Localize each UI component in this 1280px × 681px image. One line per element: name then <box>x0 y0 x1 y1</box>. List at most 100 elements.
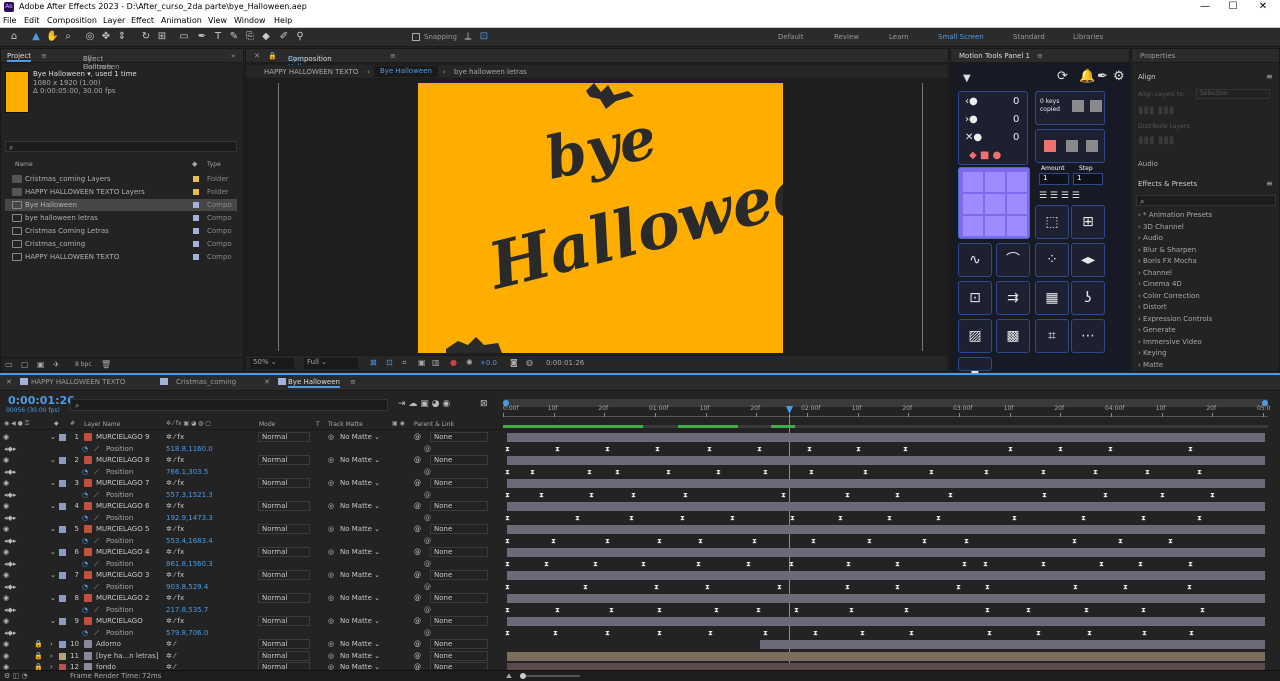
blend-mode-dropdown[interactable]: Normal <box>258 570 310 580</box>
layer-duration-bar[interactable] <box>507 525 1265 534</box>
anchor-grid[interactable] <box>958 167 1030 239</box>
pen-tool-icon[interactable]: ✒ <box>196 31 208 43</box>
mirror-icon[interactable]: ◂▸ <box>1071 243 1105 277</box>
col-t[interactable]: T <box>316 421 320 428</box>
track-matte-dropdown[interactable]: No Matte ⌄ <box>340 616 390 626</box>
snapshot-camera-icon[interactable]: ◙ <box>510 358 518 367</box>
keyframe-icon[interactable]: ⧗ <box>763 467 768 477</box>
label-swatch[interactable] <box>193 215 199 221</box>
parent-dropdown[interactable]: None <box>430 432 488 442</box>
layer-switches-icons[interactable]: ✲ ⁄ fx <box>166 548 184 556</box>
keyframe-icon[interactable]: ⧗ <box>983 559 988 569</box>
collapse-arrow-icon[interactable]: ⌄ <box>50 502 56 510</box>
tiles-icon[interactable]: ▦ <box>1035 281 1069 315</box>
close-tab-icon[interactable]: ✕ <box>254 52 260 60</box>
keyframe-icon[interactable]: ⧗ <box>605 628 610 638</box>
project-item[interactable]: Cristmas_coming Compo <box>5 238 237 250</box>
timeline-layer-row[interactable]: ◉ ⌄ 1 MURCIELAGO 9 ✲ ⁄ fx Normal ◎ No Matte ⌄ @ N… <box>0 432 500 443</box>
visibility-eye-icon[interactable]: ◉ <box>3 456 9 464</box>
matte-link-icon[interactable]: ◎ <box>328 548 334 556</box>
keyframe-icon[interactable]: ⧗ <box>1210 490 1215 500</box>
layer-name[interactable]: MURCIELAGO 6 <box>96 502 149 510</box>
graph-icon[interactable]: ⟋ <box>94 468 99 477</box>
keyframe-icon[interactable]: ⧗ <box>544 559 549 569</box>
graph-icon[interactable]: ⟋ <box>94 491 99 500</box>
settings-gear-icon[interactable]: ⚙ <box>1113 69 1125 84</box>
stopwatch-icon[interactable]: ◔ <box>82 583 88 591</box>
rotate-tool-icon[interactable]: ↻ <box>140 31 152 43</box>
dropdown-caret-icon[interactable]: ▼ <box>963 73 971 84</box>
keyframe-icon[interactable]: ⧗ <box>730 513 735 523</box>
panel-expand-icon[interactable]: » <box>231 52 235 60</box>
project-menu-icon[interactable]: ≡ <box>41 52 47 60</box>
keyframe-icon[interactable]: ⧗ <box>746 559 751 569</box>
visibility-eye-icon[interactable]: ◉ <box>3 479 9 487</box>
keyframe-nav-icon[interactable]: ◂◆▸ <box>4 537 16 545</box>
keyframe-icon[interactable]: ⧗ <box>895 490 900 500</box>
col-track-matte[interactable]: Track Matte <box>328 421 363 428</box>
keyframe-icon[interactable]: ⧗ <box>1141 513 1146 523</box>
zoom-out-icon[interactable]: ⛰ <box>506 672 512 681</box>
stopwatch-icon[interactable]: ◔ <box>82 606 88 614</box>
parent-dropdown[interactable]: None <box>430 455 488 465</box>
parent-dropdown[interactable]: None <box>430 650 488 661</box>
keyframe-icon[interactable]: ⧗ <box>752 536 757 546</box>
keyframe-icon[interactable]: ⧗ <box>903 444 908 454</box>
blend-mode-dropdown[interactable]: Normal <box>258 501 310 511</box>
position-value[interactable]: 553.4,1683.4 <box>166 537 213 545</box>
parent-pickwhip-icon[interactable]: @ <box>414 456 421 464</box>
blend-mode-dropdown[interactable]: Normal <box>258 432 310 442</box>
close-button[interactable]: ✕ <box>1252 0 1274 14</box>
show-snapshot-icon[interactable]: ◍ <box>526 358 533 367</box>
keyframe-icon[interactable]: ⧗ <box>763 628 768 638</box>
keyframe-icon[interactable]: ⧗ <box>956 582 961 592</box>
flowchart-icon[interactable]: ✈ <box>53 360 60 369</box>
effects-category[interactable]: › Channel <box>1138 269 1172 277</box>
keyframe-icon[interactable]: ⧗ <box>1012 513 1017 523</box>
keyframe-icon[interactable]: ⧗ <box>655 444 660 454</box>
timeline-switch-icons[interactable]: ⇥ ☁ ▣ ◕ ◉ <box>398 399 450 409</box>
keyframe-icon[interactable]: ⧗ <box>1189 628 1194 638</box>
keyframe-icon[interactable]: ⧗ <box>641 559 646 569</box>
keyframe-icon[interactable]: ⧗ <box>605 444 610 454</box>
keyframe-icon[interactable]: ⧗ <box>555 444 560 454</box>
keyframe-icon[interactable]: ⧗ <box>714 605 719 615</box>
timeline-layer-row[interactable]: ◉ ⌄ 6 MURCIELAGO 4 ✲ ⁄ fx Normal ◎ No Matte ⌄ @ N… <box>0 547 500 558</box>
menu-animation[interactable]: Animation <box>161 16 202 25</box>
matte-link-icon[interactable]: ◎ <box>328 617 334 625</box>
layer-duration-bar[interactable] <box>507 456 1265 465</box>
layer-duration-bar[interactable] <box>507 594 1265 603</box>
layer-name[interactable]: Adorno <box>96 640 121 648</box>
keyframe-icon[interactable]: ⧗ <box>1142 628 1147 638</box>
effects-category[interactable]: › Blur & Sharpen <box>1138 246 1196 254</box>
blend-mode-dropdown[interactable]: Normal <box>258 593 310 603</box>
graph-icon[interactable]: ⟋ <box>94 560 99 569</box>
layer-label-color[interactable] <box>59 595 66 602</box>
keyframe-icon[interactable]: ⧗ <box>1099 559 1104 569</box>
keyframe-icon[interactable]: ⧗ <box>838 513 843 523</box>
keyframe-icon[interactable]: ⧗ <box>1118 536 1123 546</box>
eraser-tool-icon[interactable]: ◆ <box>260 31 272 43</box>
keyframe-nav-icon[interactable]: ◂◆▸ <box>4 514 16 522</box>
pen-icon[interactable]: ✒ <box>1097 69 1108 84</box>
keyframe-icon[interactable]: ⧗ <box>1145 467 1150 477</box>
menu-edit[interactable]: Edit <box>24 16 40 25</box>
effects-category[interactable]: › 3D Channel <box>1138 223 1184 231</box>
keyframe-icon[interactable]: ⧗ <box>505 490 510 500</box>
keyframe-icon[interactable]: ⧗ <box>1168 536 1173 546</box>
timeline-layer-row[interactable]: ◉ ⌄ 7 MURCIELAGO 3 ✲ ⁄ fx Normal ◎ No Matte ⌄ @ N… <box>0 570 500 581</box>
parent-pickwhip-icon[interactable]: @ <box>414 433 421 441</box>
menu-layer[interactable]: Layer <box>103 16 125 25</box>
blend-mode-dropdown[interactable]: Normal <box>258 650 310 661</box>
blend-mode-dropdown[interactable]: Normal <box>258 639 310 649</box>
collapse-arrow-icon[interactable]: ⌄ <box>50 571 56 579</box>
timeline-layer-row[interactable]: ◉ ⌄ 8 MURCIELAGO 2 ✲ ⁄ fx Normal ◎ No Matte ⌄ @ N… <box>0 593 500 604</box>
layer-switches-icons[interactable]: ✲ ⁄ fx <box>166 525 184 533</box>
parent-dropdown[interactable]: None <box>430 524 488 534</box>
keyframe-icon[interactable]: ⧗ <box>846 559 851 569</box>
keyframe-icon[interactable]: ⧗ <box>1160 490 1165 500</box>
keyframe-icon[interactable]: ⧗ <box>654 582 659 592</box>
col-layer-name[interactable]: Layer Name <box>84 421 120 428</box>
tab-project[interactable]: Project <box>7 52 31 62</box>
track-matte-dropdown[interactable]: No Matte ⌄ <box>340 547 390 557</box>
